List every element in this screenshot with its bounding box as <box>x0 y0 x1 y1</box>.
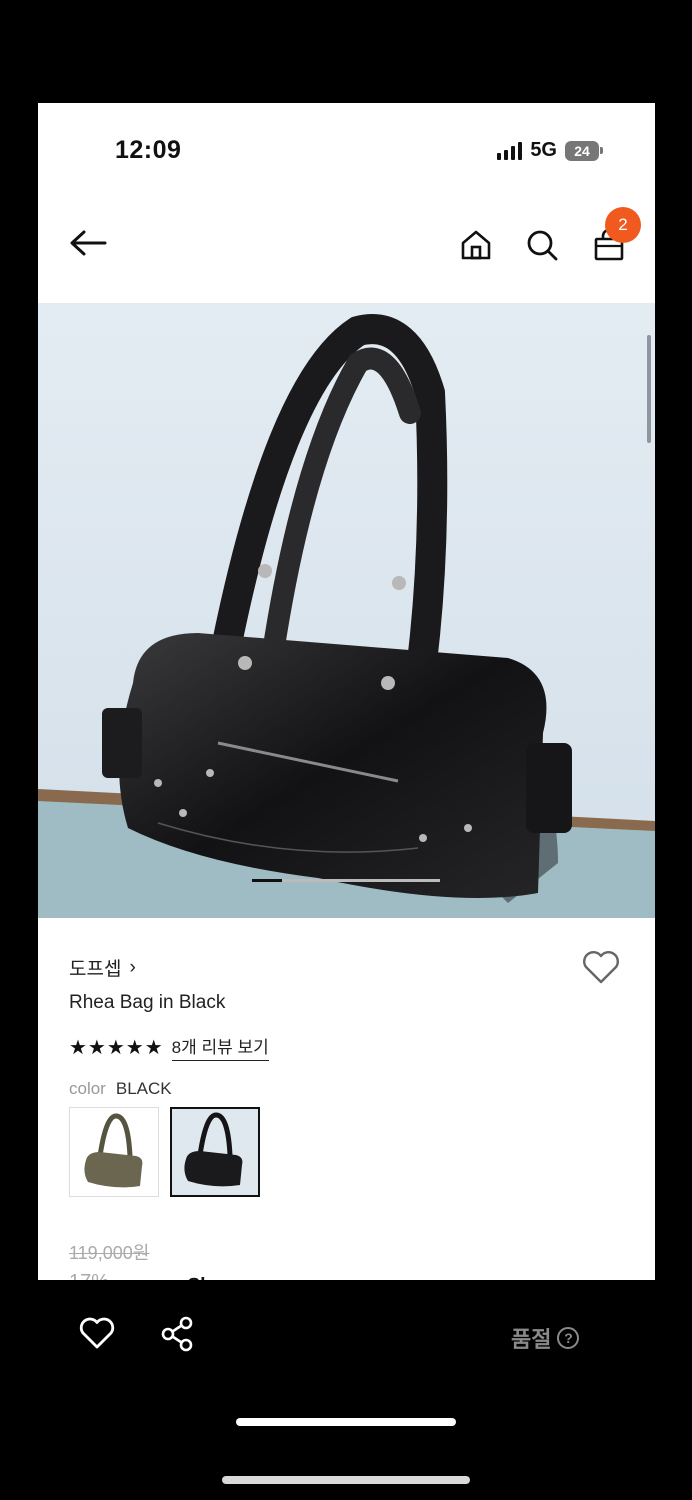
color-value: BLACK <box>115 1079 172 1098</box>
home-button[interactable] <box>456 225 496 265</box>
network-type: 5G <box>530 139 557 161</box>
soldout-label: 품절 <box>511 1327 552 1352</box>
scroll-indicator <box>647 335 651 443</box>
cart-count-badge: 2 <box>605 207 641 243</box>
color-row: color BLACK <box>69 1079 172 1099</box>
bottom-action-bar: 품절 ? <box>0 1280 692 1500</box>
sale-price-row: 17% 98,000원 <box>69 1271 207 1280</box>
back-arrow-icon <box>70 230 107 256</box>
product-photo <box>38 303 655 918</box>
search-button[interactable] <box>522 225 562 265</box>
sale-price: 98,000원 <box>119 1271 207 1280</box>
heart-icon <box>583 951 619 984</box>
wishlist-button[interactable] <box>78 1316 116 1352</box>
status-time: 12:09 <box>115 136 182 164</box>
brand-name: 도프셉 <box>69 959 122 980</box>
battery-level: 24 <box>565 140 599 161</box>
search-icon <box>527 230 558 261</box>
signal-icon <box>497 141 523 160</box>
reviews-link[interactable]: 8개 리뷰 보기 <box>171 1033 269 1061</box>
system-home-indicator <box>222 1476 470 1484</box>
star-rating: ★★★★★ <box>69 1036 164 1059</box>
black-bag-thumbnail <box>184 1112 243 1187</box>
khaki-bag-thumbnail <box>84 1113 143 1188</box>
home-icon <box>461 230 491 260</box>
share-button[interactable] <box>160 1316 198 1352</box>
product-image[interactable] <box>38 303 655 918</box>
original-price: 119,000원 <box>69 1243 150 1263</box>
image-carousel-indicator <box>252 879 440 882</box>
help-icon[interactable]: ? <box>557 1327 580 1349</box>
back-button[interactable] <box>66 225 110 261</box>
product-title: Rhea Bag in Black <box>69 992 226 1013</box>
brand-link[interactable]: 도프셉 › <box>69 954 136 981</box>
heart-icon <box>79 1317 115 1349</box>
favorite-button[interactable] <box>581 949 621 989</box>
app-screen: 12:09 5G 24 2 도프셉 › Rhea Bag in Black ★★… <box>38 103 655 1280</box>
discount-rate: 17% <box>69 1271 109 1280</box>
home-indicator <box>236 1418 456 1426</box>
battery-icon: 24 <box>565 140 603 161</box>
color-swatch-khaki[interactable] <box>69 1107 159 1197</box>
soldout-status: 품절 ? <box>511 1322 580 1354</box>
status-indicators: 5G 24 <box>497 139 603 162</box>
color-label: color <box>69 1079 106 1098</box>
share-icon <box>161 1316 193 1352</box>
color-swatch-black[interactable] <box>170 1107 260 1197</box>
chevron-right-icon: › <box>129 956 136 978</box>
rating-row: ★★★★★ 8개 리뷰 보기 <box>69 1033 269 1061</box>
